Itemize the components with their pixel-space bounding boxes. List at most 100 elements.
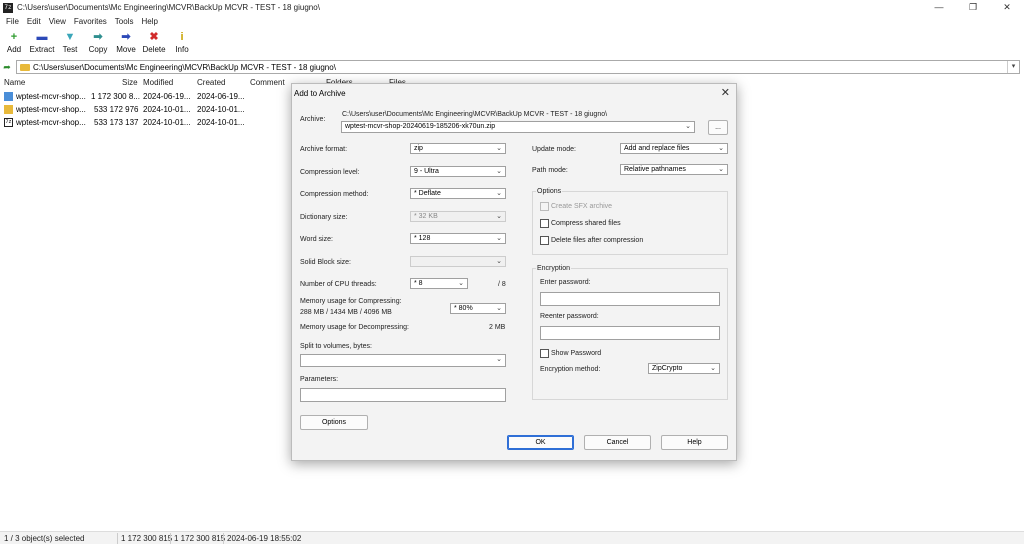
address-text: C:\Users\user\Documents\Mc Engineering\M…: [33, 62, 336, 72]
row-modified: 2024-06-19...: [143, 92, 191, 101]
parameters-label: Parameters:: [300, 376, 339, 383]
ok-button[interactable]: OK: [507, 435, 574, 450]
col-created[interactable]: Created: [197, 78, 225, 87]
status-bar: 1 / 3 object(s) selected 1 172 300 815 1…: [0, 531, 1024, 544]
chevron-down-icon: ⌄: [496, 145, 502, 152]
close-icon[interactable]: ✕: [990, 0, 1024, 15]
chevron-down-icon: ⌄: [458, 280, 464, 287]
archive-path: C:\Users\user\Documents\Mc Engineering\M…: [342, 111, 608, 118]
dictionary-size-select: * 32 KB ⌄: [410, 211, 506, 222]
split-volumes-input[interactable]: ⌄: [300, 354, 506, 367]
encryption-method-select[interactable]: ZipCrypto ⌄: [648, 363, 720, 374]
restore-icon[interactable]: ❐: [956, 0, 990, 15]
minus-icon: ▬: [36, 31, 48, 43]
compression-method-select[interactable]: * Deflate ⌄: [410, 188, 506, 199]
threads-label: Number of CPU threads:: [300, 281, 377, 288]
menu-help[interactable]: Help: [141, 17, 157, 26]
menu-view[interactable]: View: [49, 17, 66, 26]
archive-name-input[interactable]: wptest-mcvr-shop-20240619-185206-xk70un.…: [341, 121, 695, 133]
threads-max: / 8: [498, 281, 506, 288]
row-name: wptest-mcvr-shop...: [16, 118, 86, 127]
test-icon: ▼: [64, 31, 76, 43]
up-folder-icon[interactable]: ➦: [1, 62, 13, 73]
menu-tools[interactable]: Tools: [115, 17, 134, 26]
threads-value: * 8: [414, 280, 423, 287]
options-group-title: Options: [536, 188, 563, 195]
folder-icon: [20, 63, 30, 71]
sfx-checkbox: [540, 202, 549, 211]
menu-file[interactable]: File: [6, 17, 19, 26]
path-mode-select[interactable]: Relative pathnames ⌄: [620, 164, 728, 175]
col-modified[interactable]: Modified: [143, 78, 173, 87]
show-password-label: Show Password: [551, 350, 602, 357]
enter-password-input[interactable]: [540, 292, 720, 306]
close-icon[interactable]: ✕: [721, 86, 730, 99]
cancel-button[interactable]: Cancel: [584, 435, 651, 450]
split-label: Split to volumes, bytes:: [300, 343, 372, 350]
word-size-value: * 128: [414, 235, 431, 242]
toolbar: + Add ▬ Extract ▼ Test ➡ Copy ➡ Move ✖ D…: [0, 29, 196, 59]
move-label: Move: [116, 45, 136, 54]
solid-block-select: ⌄: [410, 256, 506, 267]
compression-level-select[interactable]: 9 - Ultra ⌄: [410, 166, 506, 177]
status-size: 1 172 300 815: [121, 534, 173, 543]
test-button[interactable]: ▼ Test: [56, 29, 84, 59]
browse-button[interactable]: ...: [708, 120, 728, 135]
encryption-method-value: ZipCrypto: [652, 365, 683, 372]
move-button[interactable]: ➡ Move: [112, 29, 140, 59]
col-comment[interactable]: Comment: [250, 78, 285, 87]
col-name[interactable]: Name: [4, 78, 25, 87]
compress-shared-checkbox[interactable]: [540, 219, 549, 228]
title-bar: 7z C:\Users\user\Documents\Mc Engineerin…: [0, 0, 1024, 15]
info-icon: i: [180, 31, 184, 43]
path-mode-value: Relative pathnames: [624, 166, 686, 173]
delete-button[interactable]: ✖ Delete: [140, 29, 168, 59]
status-date: 2024-06-19 18:55:02: [227, 534, 302, 543]
chevron-down-icon[interactable]: ⌄: [685, 122, 691, 131]
chevron-down-icon: ⌄: [710, 365, 716, 372]
menu-edit[interactable]: Edit: [27, 17, 41, 26]
app-7zip-icon: 7z: [3, 2, 13, 13]
cpu-threads-select[interactable]: * 8 ⌄: [410, 278, 468, 289]
archive-icon: 7z: [4, 118, 13, 127]
mem-compress-select[interactable]: * 80% ⌄: [450, 303, 506, 314]
col-size[interactable]: Size: [122, 78, 138, 87]
copy-label: Copy: [88, 45, 108, 54]
menu-favorites[interactable]: Favorites: [74, 17, 107, 26]
address-input[interactable]: C:\Users\user\Documents\Mc Engineering\M…: [16, 60, 1020, 74]
folder-icon: [4, 105, 13, 114]
minimize-icon[interactable]: —: [922, 0, 956, 15]
reenter-password-input[interactable]: [540, 326, 720, 340]
row-created: 2024-10-01...: [197, 105, 245, 114]
encryption-method-label: Encryption method:: [540, 366, 601, 373]
level-label: Compression level:: [300, 169, 360, 176]
chevron-down-icon: ⌄: [496, 190, 502, 197]
row-name: wptest-mcvr-shop...: [16, 105, 86, 114]
copy-button[interactable]: ➡ Copy: [84, 29, 112, 59]
format-value: zip: [414, 145, 423, 152]
word-size-label: Word size:: [300, 236, 333, 243]
show-password-checkbox[interactable]: [540, 349, 549, 358]
parameters-input[interactable]: [300, 388, 506, 402]
extract-button[interactable]: ▬ Extract: [28, 29, 56, 59]
copy-icon: ➡: [93, 31, 103, 43]
mem-compress-label: Memory usage for Compressing:: [300, 298, 402, 305]
row-size: 533 172 976: [94, 105, 139, 114]
address-bar: ➦ C:\Users\user\Documents\Mc Engineering…: [0, 60, 1024, 74]
enter-password-label: Enter password:: [540, 279, 591, 286]
path-mode-label: Path mode:: [532, 167, 568, 174]
archive-format-select[interactable]: zip ⌄: [410, 143, 506, 154]
chevron-down-icon[interactable]: ▾: [1007, 61, 1019, 73]
update-mode-select[interactable]: Add and replace files ⌄: [620, 143, 728, 154]
word-size-select[interactable]: * 128 ⌄: [410, 233, 506, 244]
add-button[interactable]: + Add: [0, 29, 28, 59]
options-button[interactable]: Options: [300, 415, 368, 430]
add-label: Add: [6, 45, 22, 54]
row-modified: 2024-10-01...: [143, 118, 191, 127]
delete-after-checkbox[interactable]: [540, 236, 549, 245]
extract-label: Extract: [29, 45, 55, 54]
help-button[interactable]: Help: [661, 435, 728, 450]
archive-label: Archive:: [300, 116, 326, 123]
dictionary-value: * 32 KB: [414, 213, 438, 220]
info-button[interactable]: i Info: [168, 29, 196, 59]
